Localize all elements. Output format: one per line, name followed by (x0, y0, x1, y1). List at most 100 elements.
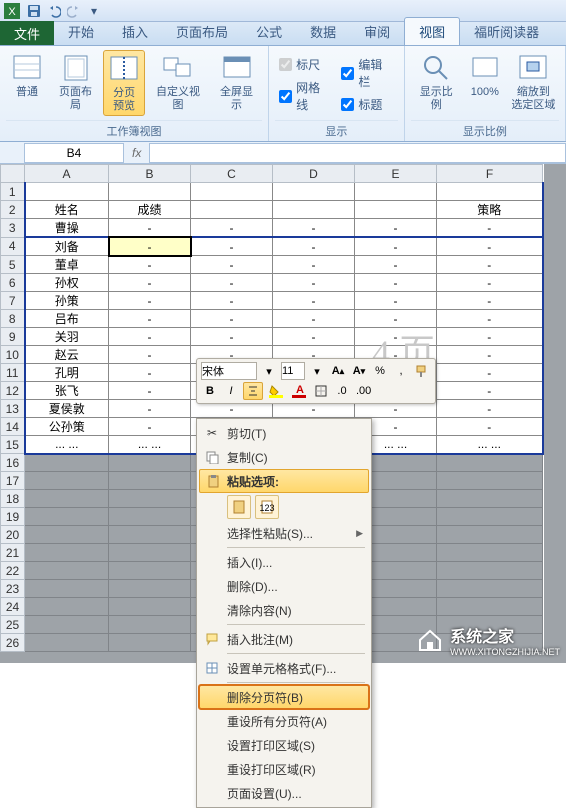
tab-view[interactable]: 视图 (404, 17, 460, 45)
italic-button[interactable]: I (222, 382, 240, 400)
row-header-21[interactable]: 21 (1, 544, 25, 562)
paste-values-button[interactable]: 123 (255, 495, 279, 519)
cell-E6[interactable]: - (355, 274, 437, 292)
cell-F18[interactable] (437, 490, 543, 508)
cell-B4[interactable]: - (109, 237, 191, 256)
ctx-clear[interactable]: 清除内容(N) (199, 598, 369, 622)
cell-A1[interactable] (25, 183, 109, 201)
undo-icon[interactable] (45, 2, 63, 20)
name-box[interactable]: B4 (24, 143, 124, 163)
cell-A12[interactable]: 张飞 (25, 382, 109, 400)
ctx-reset-print-area[interactable]: 重设打印区域(R) (199, 757, 369, 781)
cell-F5[interactable]: - (437, 256, 543, 274)
row-header-17[interactable]: 17 (1, 472, 25, 490)
cell-C5[interactable]: - (191, 256, 273, 274)
row-header-14[interactable]: 14 (1, 418, 25, 436)
row-header-2[interactable]: 2 (1, 201, 25, 219)
row-header-1[interactable]: 1 (1, 183, 25, 201)
cell-F12[interactable]: - (437, 382, 543, 400)
cell-A8[interactable]: 吕布 (25, 310, 109, 328)
cell-F19[interactable] (437, 508, 543, 526)
mini-size-combo[interactable] (281, 362, 305, 380)
file-tab[interactable]: 文件 (0, 21, 54, 45)
cell-C1[interactable] (191, 183, 273, 201)
cell-F9[interactable]: - (437, 328, 543, 346)
cell-F6[interactable]: - (437, 274, 543, 292)
cell-C9[interactable]: - (191, 328, 273, 346)
ctx-cut[interactable]: ✂剪切(T) (199, 421, 369, 445)
cell-A17[interactable] (25, 472, 109, 490)
tab-review[interactable]: 审阅 (350, 18, 404, 45)
cell-B8[interactable]: - (109, 310, 191, 328)
formula-bar-checkbox[interactable]: 编辑栏 (341, 56, 393, 90)
save-icon[interactable] (25, 2, 43, 20)
cell-A4[interactable]: 刘备 (25, 237, 109, 256)
cell-F24[interactable] (437, 598, 543, 616)
format-painter-icon[interactable] (413, 362, 431, 380)
row-header-16[interactable]: 16 (1, 454, 25, 472)
cell-F10[interactable]: - (437, 346, 543, 364)
cell-B17[interactable] (109, 472, 191, 490)
col-header-C[interactable]: C (191, 165, 273, 183)
spreadsheet-grid[interactable]: ABCDEF12姓名成绩策略3曹操-----4刘备-----5董卓-----6孙… (0, 164, 566, 663)
redo-icon[interactable] (65, 2, 83, 20)
decrease-decimal-icon[interactable]: .0 (333, 382, 351, 400)
cell-B3[interactable]: - (109, 219, 191, 238)
cell-A25[interactable] (25, 616, 109, 634)
formula-input[interactable] (149, 143, 566, 163)
row-header-4[interactable]: 4 (1, 237, 25, 256)
cell-F16[interactable] (437, 454, 543, 472)
cell-D8[interactable]: - (273, 310, 355, 328)
cell-F23[interactable] (437, 580, 543, 598)
ctx-paste-options[interactable]: 粘贴选项: (199, 469, 369, 493)
cell-B14[interactable]: - (109, 418, 191, 436)
ctx-set-print-area[interactable]: 设置打印区域(S) (199, 733, 369, 757)
cell-D1[interactable] (273, 183, 355, 201)
cell-B2[interactable]: 成绩 (109, 201, 191, 219)
cell-E2[interactable] (355, 201, 437, 219)
increase-decimal-icon[interactable]: .00 (354, 382, 373, 400)
cell-C7[interactable]: - (191, 292, 273, 310)
custom-views-button[interactable]: 自定义视图 (147, 50, 209, 114)
cell-E7[interactable]: - (355, 292, 437, 310)
cell-F8[interactable]: - (437, 310, 543, 328)
row-header-13[interactable]: 13 (1, 400, 25, 418)
cell-F7[interactable]: - (437, 292, 543, 310)
cell-E8[interactable]: - (355, 310, 437, 328)
cell-F21[interactable] (437, 544, 543, 562)
cell-A13[interactable]: 夏侯敦 (25, 400, 109, 418)
cell-B1[interactable] (109, 183, 191, 201)
font-color-button[interactable]: A (289, 382, 309, 400)
mini-font-dropdown-icon[interactable]: ▾ (260, 362, 278, 380)
cell-C3[interactable]: - (191, 219, 273, 238)
row-header-7[interactable]: 7 (1, 292, 25, 310)
ctx-page-setup[interactable]: 页面设置(U)... (199, 781, 369, 805)
cell-B23[interactable] (109, 580, 191, 598)
cell-A7[interactable]: 孙策 (25, 292, 109, 310)
page-layout-button[interactable]: 页面布局 (50, 50, 101, 114)
ctx-remove-page-break[interactable]: 删除分页符(B) (199, 685, 369, 709)
row-header-9[interactable]: 9 (1, 328, 25, 346)
cell-D3[interactable]: - (273, 219, 355, 238)
row-header-19[interactable]: 19 (1, 508, 25, 526)
row-header-10[interactable]: 10 (1, 346, 25, 364)
fullscreen-button[interactable]: 全屏显示 (211, 50, 262, 114)
bold-button[interactable]: B (201, 382, 219, 400)
cell-A18[interactable] (25, 490, 109, 508)
comma-icon[interactable]: , (392, 362, 410, 380)
row-header-26[interactable]: 26 (1, 634, 25, 652)
borders-button[interactable] (312, 382, 330, 400)
cell-A2[interactable]: 姓名 (25, 201, 109, 219)
cell-A23[interactable] (25, 580, 109, 598)
cell-C8[interactable]: - (191, 310, 273, 328)
ctx-reset-all-breaks[interactable]: 重设所有分页符(A) (199, 709, 369, 733)
cell-A10[interactable]: 赵云 (25, 346, 109, 364)
col-header-F[interactable]: F (437, 165, 543, 183)
row-header-12[interactable]: 12 (1, 382, 25, 400)
cell-A11[interactable]: 孔明 (25, 364, 109, 382)
cell-A24[interactable] (25, 598, 109, 616)
zoom-100-button[interactable]: 100% (464, 50, 506, 101)
tab-page-layout[interactable]: 页面布局 (162, 18, 242, 45)
cell-B10[interactable]: - (109, 346, 191, 364)
cell-F20[interactable] (437, 526, 543, 544)
